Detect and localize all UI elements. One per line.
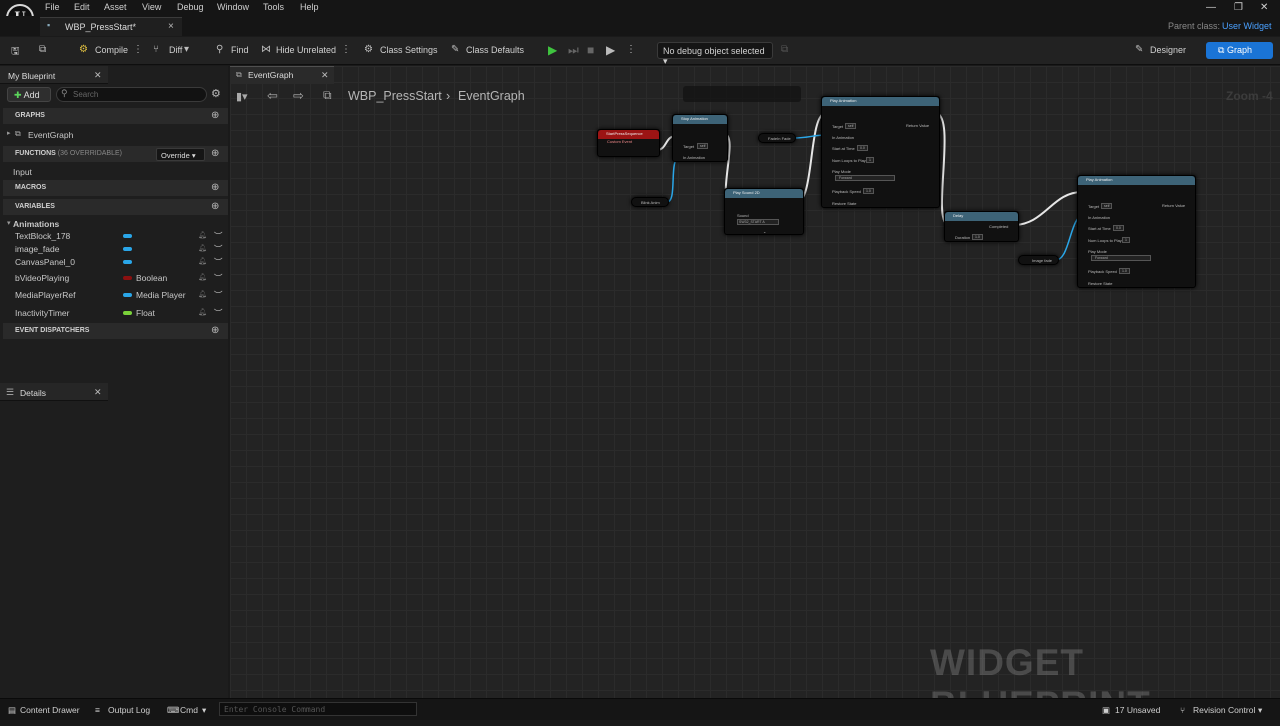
play-animation-2-start-label: Start at Time <box>1088 226 1111 231</box>
blink-anim-label: Blink Anim <box>641 200 660 205</box>
play-animation-2-in-animation-label: In Animation <box>1088 215 1111 220</box>
play-animation-1-mode-dropdown[interactable]: Forward <box>835 175 895 181</box>
play-animation-1-in-animation-label: In Animation <box>832 135 855 140</box>
content-drawer-button[interactable]: Content Drawer <box>20 705 80 715</box>
exec-wire-5 <box>1012 191 1083 226</box>
unsaved-icon[interactable]: ▣ <box>1102 705 1110 716</box>
play-animation-2-target-label: Target <box>1088 204 1100 209</box>
cmd-chevron-icon[interactable]: ▾ <box>202 705 206 716</box>
revision-control-chevron-icon[interactable]: ▾ <box>1258 705 1262 716</box>
play-animation-2-mode-dropdown[interactable]: Forward <box>1091 255 1151 261</box>
play-animation-2-restore-label: Restore State <box>1088 281 1113 286</box>
play-animation-node-1[interactable]: Play Animation Return Value Target self … <box>821 96 940 208</box>
image-fade-label: Image fade <box>1032 258 1053 263</box>
offscreen-node[interactable] <box>683 86 801 102</box>
play-animation-1-start-label: Start at Time <box>832 146 855 151</box>
stop-animation-target-label: Target <box>683 144 695 149</box>
play-animation-2-speed-label: Playback Speed <box>1088 269 1117 274</box>
delay-node[interactable]: Delay Completed Duration 1.0 <box>944 211 1019 242</box>
play-animation-1-target-value[interactable]: self <box>845 123 857 129</box>
play-animation-node-2[interactable]: Play Animation Return Value Target self … <box>1077 175 1196 288</box>
delay-completed-label: Completed <box>989 224 1009 229</box>
image-fade-variable-node[interactable]: Image fade <box>1018 255 1059 265</box>
revision-control-icon[interactable]: ⑂ <box>1180 705 1185 715</box>
cmd-icon[interactable]: ⌨ <box>167 705 179 716</box>
delay-duration-label: Duration <box>955 235 971 240</box>
play-animation-2-title: Play Animation <box>1078 176 1195 185</box>
console-command-input[interactable]: Enter Console Command <box>219 702 417 716</box>
play-animation-2-target-value[interactable]: self <box>1101 203 1113 209</box>
node-wires <box>656 112 1085 261</box>
play-sound-sound-label: Sound <box>737 213 749 218</box>
unsaved-count[interactable]: 17 Unsaved <box>1115 705 1160 715</box>
play-animation-1-loops-value[interactable]: 1 <box>866 157 874 163</box>
event-node-subtitle: Custom Event <box>607 139 633 144</box>
output-log-button[interactable]: Output Log <box>108 705 150 715</box>
expand-chevron-icon[interactable]: ⌄ <box>763 229 766 234</box>
stop-animation-node[interactable]: Stop Animation Target self In Animation <box>672 114 728 162</box>
stop-animation-target-value[interactable]: self <box>697 143 709 149</box>
play-animation-1-target-label: Target <box>832 124 844 129</box>
fadein-variable-node[interactable]: FadeIn Fade <box>758 133 796 143</box>
play-animation-1-mode-label: Play Mode <box>832 169 851 174</box>
stop-animation-title: Stop Animation <box>673 115 727 124</box>
data-wire-1 <box>666 156 681 203</box>
play-animation-2-speed-value[interactable]: 1.0 <box>1119 268 1130 274</box>
fadein-label: FadeIn Fade <box>768 136 791 141</box>
stop-animation-in-animation-label: In Animation <box>683 155 706 160</box>
play-sound-asset-value[interactable]: SW32_START A <box>737 219 779 225</box>
content-drawer-icon[interactable]: ▤ <box>8 705 16 716</box>
play-animation-1-loops-label: Num Loops to Play <box>832 158 866 163</box>
play-animation-2-mode-label: Play Mode <box>1088 249 1107 254</box>
delay-node-title: Delay <box>945 212 1018 221</box>
play-animation-2-return-label: Return Value <box>1162 203 1186 208</box>
play-sound-title: Play Sound 2D <box>725 189 803 198</box>
cmd-dropdown[interactable]: Cmd <box>180 705 198 715</box>
play-animation-2-start-value[interactable]: 0.0 <box>1113 225 1124 231</box>
play-animation-1-speed-label: Playback Speed <box>832 189 861 194</box>
play-animation-1-title: Play Animation <box>822 97 939 106</box>
play-animation-1-speed-value[interactable]: 1.0 <box>863 188 874 194</box>
play-animation-2-loops-value[interactable]: 1 <box>1122 237 1130 243</box>
play-animation-1-start-value[interactable]: 0.0 <box>857 145 868 151</box>
output-log-icon[interactable]: ≡ <box>95 705 100 715</box>
event-node-start-press-sequence[interactable]: StartPressSequence Custom Event <box>597 129 660 157</box>
blink-anim-variable-node[interactable]: Blink Anim <box>631 197 669 207</box>
event-node-title: StartPressSequence <box>598 130 659 139</box>
play-animation-2-loops-label: Num Loops to Play <box>1088 238 1122 243</box>
revision-control-button[interactable]: Revision Control <box>1193 705 1255 715</box>
play-sound-2d-node[interactable]: Play Sound 2D Sound SW32_START A ⌄ <box>724 188 804 235</box>
delay-duration-value[interactable]: 1.0 <box>972 234 983 240</box>
console-placeholder: Enter Console Command <box>224 705 326 714</box>
play-animation-1-restore-label: Restore State <box>832 201 857 206</box>
play-animation-1-return-label: Return Value <box>906 123 930 128</box>
